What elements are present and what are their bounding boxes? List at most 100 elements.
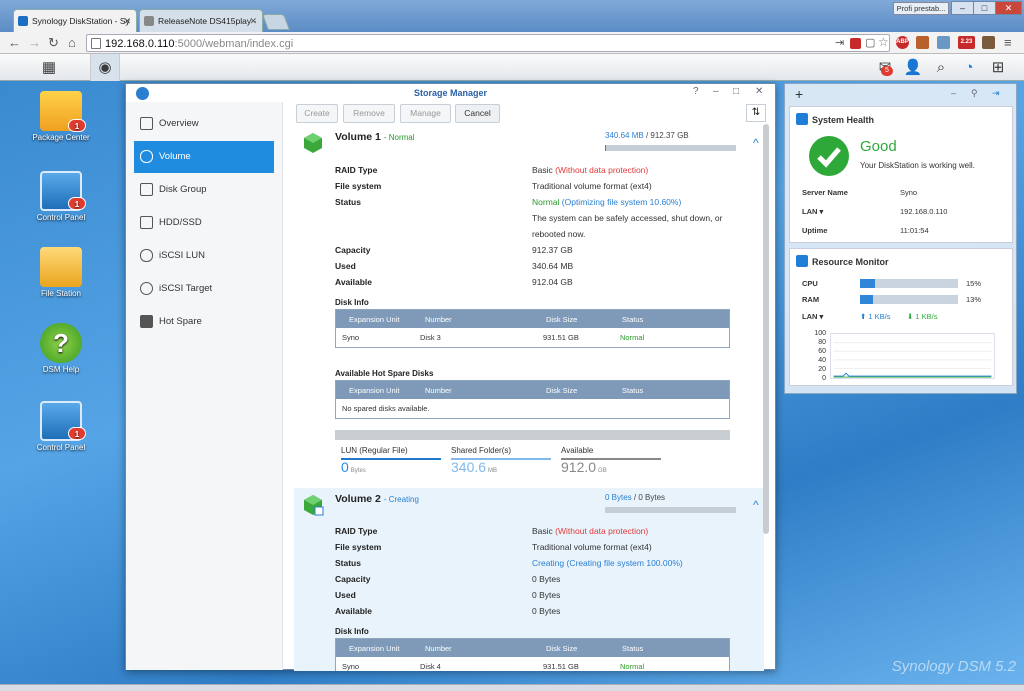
y-tick: 80 <box>818 339 826 346</box>
home-icon[interactable]: ⌂ <box>68 35 76 50</box>
sidebar-item-overview[interactable]: Overview <box>134 108 274 140</box>
sidebar-item-disk-group[interactable]: Disk Group <box>134 174 274 206</box>
menu-icon[interactable]: ≡ <box>1004 35 1012 50</box>
window-close-icon[interactable]: ✕ <box>755 86 763 97</box>
sidebar: Overview Volume Disk Group HDD/SSD iSCSI… <box>126 102 283 670</box>
widget-pin-icon[interactable]: ⚲ <box>971 88 978 99</box>
table-row[interactable]: Syno Disk 3 931.51 GB Normal <box>336 328 729 347</box>
hot-spare-table: Expansion Unit Number Disk Size Status No s… <box>335 380 730 419</box>
desktop-icon-control-panel[interactable]: 1 Control Panel <box>26 171 96 222</box>
reload-icon[interactable]: ↻ <box>48 35 59 50</box>
table-row[interactable]: Syno Disk 4 931.51 GB Normal <box>336 657 729 671</box>
sidebar-item-hot-spare[interactable]: Hot Spare <box>134 306 274 338</box>
volume-icon <box>140 150 153 163</box>
tab-releasenote[interactable]: ReleaseNote DS415play - ✕ <box>139 9 263 32</box>
forward-icon[interactable]: → <box>28 35 41 50</box>
volume-1-usage-bar <box>605 145 736 151</box>
sidebar-item-hdd-ssd[interactable]: HDD/SSD <box>134 207 274 239</box>
camera-icon[interactable] <box>937 36 950 49</box>
widgets-icon[interactable]: ◔ <box>954 54 984 81</box>
page-icon <box>91 38 101 49</box>
help-icon[interactable]: ? <box>693 86 699 97</box>
main-menu-icon[interactable]: ▦ <box>34 54 64 81</box>
desktop-icon-dsm-help[interactable]: ? DSM Help <box>26 323 96 374</box>
sort-icon[interactable]: ⇅ <box>746 104 766 122</box>
address-bar[interactable]: 192.168.0.110:5000/webman/index.cgi ⇥ ▢ … <box>86 34 890 52</box>
extension-icon[interactable] <box>916 36 929 49</box>
table-header: Expansion Unit Number Disk Size Status <box>336 381 729 399</box>
cancel-button[interactable]: Cancel <box>455 104 500 123</box>
remove-button[interactable]: Remove <box>343 104 395 123</box>
lan-row[interactable]: LAN ▾ 192.168.0.110 <box>802 207 947 216</box>
tab-close-icon[interactable]: ✕ <box>249 10 257 32</box>
desktop-icon-control-panel-2[interactable]: 1 Control Panel <box>26 401 96 452</box>
user-icon[interactable]: 👤 <box>898 54 928 81</box>
extension-badge-icon[interactable]: 2.23 <box>958 36 975 49</box>
lan-upload: ⬆ 1 KB/s <box>860 312 891 321</box>
create-button[interactable]: Create <box>296 104 338 123</box>
cpu-meter <box>860 279 958 288</box>
url-host: 192.168.0.110 <box>105 38 175 50</box>
resource-monitor-widget: Resource Monitor CPU 15% RAM 13% LAN ▾ ⬆… <box>789 248 1013 386</box>
tab-diskstation[interactable]: Synology DiskStation - Sy ✕ <box>13 9 137 32</box>
bookmark-star-icon[interactable]: ☆ <box>878 35 889 49</box>
resource-monitor-title: Resource Monitor <box>796 255 889 267</box>
disk-group-icon <box>140 183 153 196</box>
close-button[interactable]: ✕ <box>995 1 1022 15</box>
tab-close-icon[interactable]: ✕ <box>123 10 131 32</box>
desktop-layout-icon[interactable]: ⊞ <box>983 54 1013 81</box>
health-message: Your DiskStation is working well. <box>860 161 975 170</box>
new-tab-button[interactable] <box>262 14 290 30</box>
volume-cube-icon <box>304 133 322 153</box>
overview-icon <box>140 117 153 130</box>
desktop-icon-package-center[interactable]: 1 Package Center <box>26 91 96 142</box>
pin-icon[interactable]: ⇥ <box>835 36 844 49</box>
synology-brand-watermark: Synology DSM 5.2 <box>891 658 1016 675</box>
table-header: Expansion Unit Number Disk Size Status <box>336 639 729 657</box>
storage-manager-taskbar-icon[interactable]: ◉ <box>90 54 120 81</box>
sidebar-item-volume[interactable]: Volume <box>134 141 274 173</box>
manage-button[interactable]: Manage <box>400 104 451 123</box>
widget-settings-icon[interactable]: ⇥ <box>992 88 1000 99</box>
info-shield-icon <box>796 113 808 125</box>
back-icon[interactable]: ← <box>8 35 21 50</box>
search-icon[interactable]: ⌕ <box>926 54 956 81</box>
volume-cube-creating-icon <box>304 495 324 516</box>
summary-available: Available 912.0 GB <box>561 446 661 475</box>
desktop-icon-file-station[interactable]: File Station <box>26 247 96 298</box>
volume-1-usage-text: 340.64 MB / 912.37 GB <box>605 131 689 140</box>
window-maximize-icon[interactable]: □ <box>733 86 739 97</box>
volume-1-panel: Volume 1 - Normal 340.64 MB / 912.37 GB … <box>294 126 764 486</box>
window-minimize-icon[interactable]: – <box>713 86 719 97</box>
dsm-taskbar: ▦ ◉ ✉ 5 👤 ⌕ ◔ ⊞ <box>0 54 1024 81</box>
profile-button[interactable]: Profi prestab... <box>893 2 949 15</box>
adblock-icon[interactable]: ABP <box>896 36 909 49</box>
sidebar-item-iscsi-target[interactable]: iSCSI Target <box>134 273 274 305</box>
extension-icon-2[interactable] <box>982 36 995 49</box>
volume-2-title: Volume 2 - Creating <box>335 493 419 505</box>
page-action-icon[interactable]: ▢ <box>865 36 875 49</box>
summary-lun: LUN (Regular File) 0 Bytes <box>341 446 441 475</box>
windows-taskbar-edge <box>0 684 1024 691</box>
minimize-button[interactable]: – <box>951 1 974 15</box>
widget-minimize-icon[interactable]: – <box>951 88 956 98</box>
scrollbar[interactable] <box>763 124 769 534</box>
y-tick: 40 <box>818 357 826 364</box>
cpu-label: CPU <box>802 279 818 288</box>
add-widget-icon[interactable]: + <box>795 86 803 102</box>
disk-info-table: Expansion Unit Number Disk Size Status Syno… <box>335 638 730 671</box>
iscsi-lun-icon <box>140 249 153 262</box>
help-icon: ? <box>40 323 82 363</box>
volume-2-usage-bar <box>605 507 736 513</box>
collapse-chevron-icon[interactable]: ^ <box>753 136 759 150</box>
collapse-chevron-icon[interactable]: ^ <box>753 498 759 512</box>
dsm-favicon-icon <box>18 16 28 26</box>
volume-2-usage-text: 0 Bytes / 0 Bytes <box>605 493 666 502</box>
maximize-button[interactable]: □ <box>973 1 996 15</box>
extension-red-icon[interactable] <box>850 38 861 49</box>
lan-selector[interactable]: LAN ▾ <box>802 312 823 321</box>
sidebar-item-iscsi-lun[interactable]: iSCSI LUN <box>134 240 274 272</box>
disk-info-heading: Disk Info <box>335 627 369 636</box>
window-title: Storage Manager <box>413 88 488 98</box>
volume-2-panel: Volume 2 - Creating 0 Bytes / 0 Bytes ^ … <box>294 488 764 671</box>
